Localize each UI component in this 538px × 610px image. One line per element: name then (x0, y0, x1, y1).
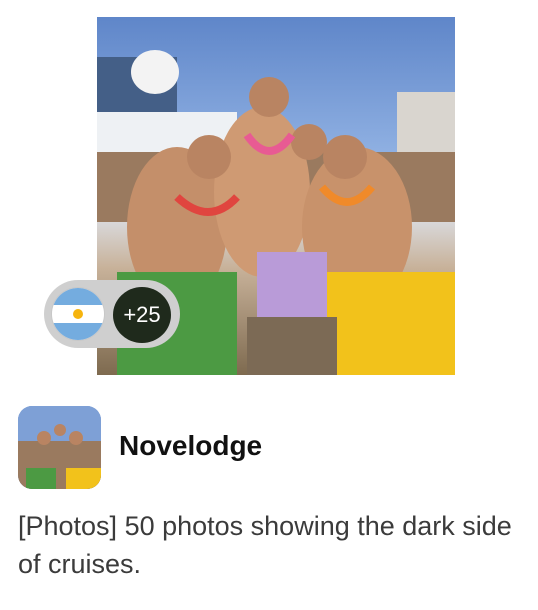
flag-sun (73, 309, 83, 319)
flag-stripe-bottom (52, 323, 104, 340)
publisher-avatar-image (18, 406, 101, 489)
publisher-name[interactable]: Novelodge (119, 430, 262, 462)
news-card[interactable]: +25 Novelodge [Photos] 50 photos showing… (0, 0, 538, 610)
publisher-avatar[interactable] (18, 406, 101, 489)
extra-count-badge[interactable]: +25 (113, 287, 171, 343)
argentina-flag-icon (52, 288, 104, 340)
flag-stripe-top (52, 288, 104, 305)
article-headline[interactable]: [Photos] 50 photos showing the dark side… (18, 507, 518, 583)
